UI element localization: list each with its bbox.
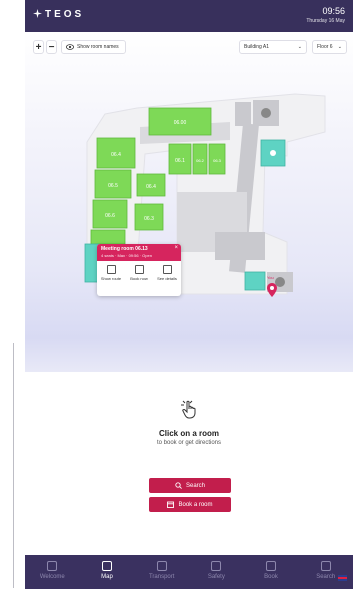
eye-icon xyxy=(66,44,74,50)
nav-label: Welcome xyxy=(39,574,65,580)
nav-item-welcome[interactable]: Welcome xyxy=(25,555,80,589)
route-icon xyxy=(106,265,116,274)
prompt-subtitle: to book or get directions xyxy=(156,440,222,446)
room-label: 06.2 xyxy=(196,158,205,163)
room-label: 06.4 xyxy=(111,152,121,158)
room-label: 06.3 xyxy=(144,216,154,222)
popup-header: Meeting room 06.13 4 seats · Max · 09:56… xyxy=(97,244,181,261)
popup-actions: Show route Book now See details xyxy=(97,261,181,281)
clock: 09:56 Thursday 16 May xyxy=(306,6,345,26)
chevron-down-icon: ⌄ xyxy=(337,44,342,50)
home-icon xyxy=(47,561,58,571)
see-details-label: See details xyxy=(157,276,177,281)
transport-icon xyxy=(156,561,167,571)
kiosk-app: TEOS 09:56 Thursday 16 May 06.00 06.4 06… xyxy=(25,0,353,589)
background-panel xyxy=(0,0,25,589)
room-label: 06.4 xyxy=(146,184,156,190)
book-now-label: Book now xyxy=(130,276,148,281)
safety-icon xyxy=(211,561,222,571)
chevron-down-icon: ⌄ xyxy=(297,44,302,50)
book-icon xyxy=(266,561,277,571)
header: TEOS 09:56 Thursday 16 May xyxy=(25,0,353,32)
you-are-here-label: You xyxy=(267,275,274,280)
door-icon xyxy=(270,150,276,156)
nav-item-search[interactable]: Search xyxy=(298,555,353,589)
search-button[interactable]: Search xyxy=(149,478,231,493)
nav-item-transport[interactable]: Transport xyxy=(134,555,189,589)
nav-label: Transport xyxy=(148,574,175,580)
room-06-d1[interactable] xyxy=(235,102,251,126)
show-room-names-button[interactable]: Show room names xyxy=(61,40,126,54)
search-icon xyxy=(320,561,331,571)
divider xyxy=(13,343,14,588)
building-value: Building A1 xyxy=(244,44,270,50)
location-pin-icon xyxy=(267,283,277,297)
clock-date: Thursday 16 May xyxy=(306,18,345,24)
floor-map[interactable]: 06.00 06.4 06.5 06.6 06.4 06.3 06.1 06.2… xyxy=(25,32,353,372)
floor-select[interactable]: Floor 6 ⌄ xyxy=(312,40,347,54)
stairs-icon xyxy=(261,108,271,118)
logo: TEOS xyxy=(33,9,84,20)
bottom-navigation: Welcome Map Transport Safety Book Search xyxy=(25,555,353,589)
nav-label: Safety xyxy=(207,574,225,580)
room-label: 06.3 xyxy=(213,158,222,163)
plus-icon: + xyxy=(35,41,42,53)
prompt-title: Click on a room xyxy=(158,429,219,438)
book-room-button-label: Book a room xyxy=(178,501,213,508)
room-06-7[interactable] xyxy=(90,229,126,245)
language-flag-icon[interactable] xyxy=(338,575,347,581)
zoom-out-button[interactable]: − xyxy=(46,40,57,54)
see-details-button[interactable]: See details xyxy=(156,265,178,281)
nav-item-safety[interactable]: Safety xyxy=(189,555,244,589)
room-popup[interactable]: Meeting room 06.13 4 seats · Max · 09:56… xyxy=(97,244,181,296)
nav-item-map[interactable]: Map xyxy=(80,555,135,589)
room-label: 06.5 xyxy=(108,183,118,189)
clock-time: 09:56 xyxy=(322,6,345,16)
floor-plan[interactable]: 06.00 06.4 06.5 06.6 06.4 06.3 06.1 06.2… xyxy=(25,32,353,372)
info-icon xyxy=(162,265,172,274)
empty-state: Click on a room to book or get direction… xyxy=(25,398,353,446)
nav-label: Search xyxy=(316,574,336,580)
nav-label: Map xyxy=(101,574,113,580)
calendar-icon xyxy=(134,265,144,274)
popup-subtitle: 4 seats · Max · 09:56 · Open xyxy=(101,253,152,258)
nav-item-book[interactable]: Book xyxy=(244,555,299,589)
room-label: 06.00 xyxy=(174,120,187,126)
corridor-bottom xyxy=(215,232,265,260)
tap-hand-icon xyxy=(181,400,196,419)
building-select[interactable]: Building A1 ⌄ xyxy=(239,40,307,54)
search-button-label: Search xyxy=(185,482,205,489)
nav-label: Book xyxy=(264,574,278,580)
calendar-icon xyxy=(167,501,175,508)
show-room-names-label: Show room names xyxy=(77,44,119,50)
logo-text: TEOS xyxy=(45,9,85,20)
close-icon[interactable]: × xyxy=(174,245,178,251)
popup-title: Meeting room 06.13 xyxy=(101,246,148,252)
room-teal-3[interactable] xyxy=(244,271,266,291)
show-route-label: Show route xyxy=(100,276,122,281)
room-label: 06.6 xyxy=(105,213,115,219)
room-label: 06.1 xyxy=(175,158,185,164)
show-route-button[interactable]: Show route xyxy=(100,265,122,281)
logo-icon xyxy=(33,9,42,18)
book-now-button[interactable]: Book now xyxy=(128,265,150,281)
book-room-button[interactable]: Book a room xyxy=(149,497,231,512)
map-icon xyxy=(102,561,112,571)
zoom-in-button[interactable]: + xyxy=(33,40,44,54)
search-icon xyxy=(175,482,182,489)
minus-icon: − xyxy=(48,41,55,53)
floor-value: Floor 6 xyxy=(317,44,333,50)
